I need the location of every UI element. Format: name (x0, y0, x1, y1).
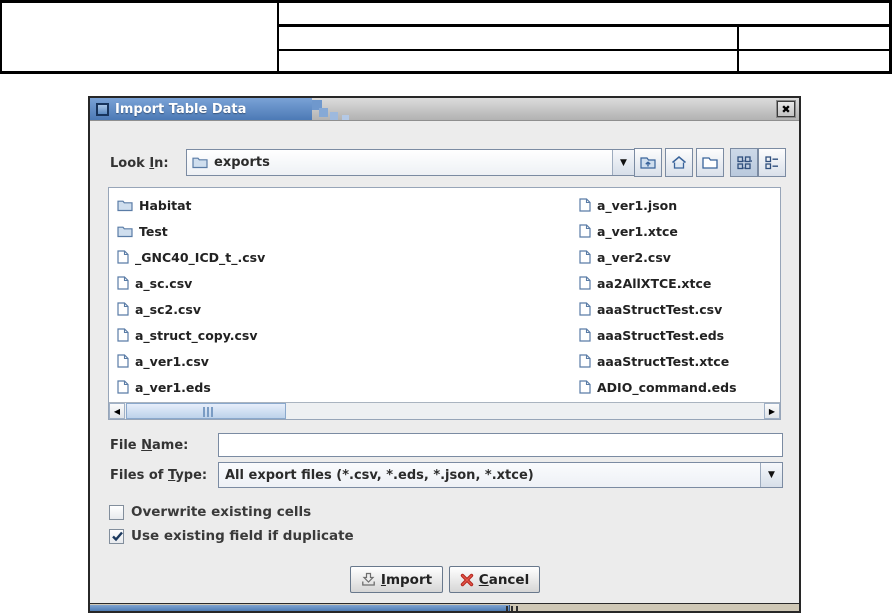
import-table-data-dialog: Import Table Data ✖ Look In: exports ▼ H… (88, 96, 801, 613)
file-icon (117, 302, 129, 316)
chevron-down-icon[interactable]: ▼ (612, 150, 634, 175)
files-of-type-label: Files of Type: (110, 468, 208, 483)
file-icon (579, 302, 591, 316)
titlebar-accent: Import Table Data (90, 98, 312, 120)
file-icon (117, 328, 129, 342)
up-one-level-button[interactable] (634, 148, 662, 177)
look-in-value: exports (214, 155, 270, 170)
folder-icon (117, 225, 133, 238)
home-button[interactable] (665, 148, 693, 177)
table-grid-line (0, 71, 892, 74)
list-item[interactable]: Test (117, 218, 168, 244)
file-name-input[interactable] (218, 433, 783, 457)
files-of-type-combobox[interactable]: All export files (*.csv, *.eds, *.json, … (218, 462, 783, 488)
import-button[interactable]: Import (350, 566, 443, 593)
dialog-bottom-border (90, 603, 799, 611)
new-folder-button[interactable] (696, 148, 724, 177)
file-icon (579, 276, 591, 290)
dialog-title: Import Table Data (115, 102, 247, 117)
table-grid-line (277, 0, 279, 74)
list-item[interactable]: _GNC40_ICD_t_.csv (117, 244, 265, 270)
file-icon (117, 380, 129, 394)
list-item[interactable]: a_ver1.json (579, 192, 677, 218)
list-item[interactable]: a_struct_copy.csv (117, 322, 258, 348)
home-icon (670, 155, 688, 170)
list-item[interactable]: a_ver1.eds (117, 374, 211, 400)
list-item[interactable]: a_sc.csv (117, 270, 192, 296)
overwrite-existing-cells-checkbox[interactable]: Overwrite existing cells (109, 504, 311, 520)
file-icon (579, 250, 591, 264)
close-button[interactable]: ✖ (776, 100, 796, 118)
file-name-label: File Name: (110, 438, 189, 453)
details-view-toggle[interactable] (730, 148, 758, 177)
table-grid-line (278, 49, 892, 51)
file-icon (579, 198, 591, 212)
screen: { "colors": { "title_blue_top": "#7aa2d6… (0, 0, 892, 616)
checkbox-icon (109, 504, 124, 520)
table-grid-line (0, 0, 892, 3)
file-icon (579, 328, 591, 342)
file-icon (117, 354, 129, 368)
scroll-left-button[interactable]: ◀ (109, 403, 125, 419)
folder-icon (192, 156, 208, 169)
list-item[interactable]: a_ver2.csv (579, 244, 671, 270)
up-folder-icon (639, 155, 657, 170)
list-item[interactable]: aaaStructTest.csv (579, 296, 722, 322)
use-existing-field-checkbox[interactable]: Use existing field if duplicate (109, 528, 354, 544)
file-icon (579, 380, 591, 394)
table-grid-line (0, 0, 2, 74)
table-grid-line (737, 25, 739, 74)
list-item[interactable]: a_ver1.xtce (579, 218, 678, 244)
details-view-icon (736, 155, 752, 170)
chevron-down-icon[interactable]: ▼ (760, 463, 782, 487)
file-icon (579, 224, 591, 238)
list-item[interactable]: ADIO_command.eds (579, 374, 737, 400)
list-item[interactable]: Habitat (117, 192, 192, 218)
scroll-right-button[interactable]: ▶ (764, 403, 780, 419)
files-of-type-value: All export files (*.csv, *.eds, *.json, … (225, 467, 534, 483)
file-list-panel: Habitat Test _GNC40_ICD_t_.csv a_sc.csv … (108, 187, 781, 420)
window-icon (96, 103, 109, 116)
file-list-viewport: Habitat Test _GNC40_ICD_t_.csv a_sc.csv … (109, 188, 780, 402)
checkbox-checked-icon (109, 528, 124, 544)
file-icon (579, 354, 591, 368)
file-icon (117, 276, 129, 290)
folder-icon (117, 199, 133, 212)
list-item[interactable]: aa2AllXTCE.xtce (579, 270, 711, 296)
cancel-button[interactable]: Cancel (449, 566, 540, 593)
table-grid-line (278, 24, 892, 27)
arrow-left-icon: ◀ (113, 406, 121, 416)
cancel-icon (460, 573, 474, 587)
list-item[interactable]: a_ver1.csv (117, 348, 209, 374)
arrow-right-icon: ▶ (768, 406, 776, 416)
dialog-titlebar[interactable]: Import Table Data ✖ (90, 98, 799, 121)
look-in-label: Look In: (110, 156, 169, 171)
horizontal-scrollbar[interactable]: ◀ ▶ (109, 402, 780, 419)
list-view-icon (764, 155, 780, 170)
new-folder-icon (701, 155, 719, 170)
close-icon: ✖ (781, 102, 791, 116)
scrollbar-thumb[interactable] (126, 403, 286, 419)
list-item[interactable]: a_sc2.csv (117, 296, 201, 322)
list-item[interactable]: aaaStructTest.xtce (579, 348, 729, 374)
import-icon (361, 572, 376, 587)
look-in-combobox[interactable]: exports ▼ (186, 149, 635, 176)
list-item[interactable]: aaaStructTest.eds (579, 322, 724, 348)
file-icon (117, 250, 129, 264)
list-view-toggle[interactable] (758, 148, 786, 177)
